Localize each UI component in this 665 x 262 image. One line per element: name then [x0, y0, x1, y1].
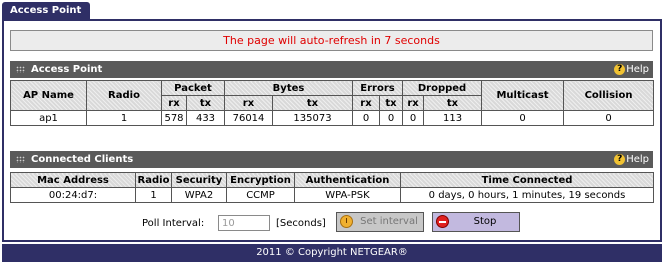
col-mac-address: Mac Address [10, 172, 136, 188]
col-packet-rx: rx [161, 95, 187, 111]
connected-clients-table: Mac Address Radio Security Encryption Au… [10, 172, 654, 203]
cell-dropped-rx: 0 [402, 110, 425, 126]
col-radio: Radio [86, 80, 162, 111]
stop-label: Stop [473, 216, 497, 227]
footer-copyright: 2011 © Copyright NETGEAR® [2, 244, 662, 262]
tab-access-point[interactable]: Access Point [2, 2, 90, 19]
col-bytes-tx: tx [272, 95, 353, 111]
col-bytes: Bytes [224, 80, 353, 96]
cell-errors-rx: 0 [352, 110, 380, 126]
table-row: ap1 1 578 433 76014 135073 0 0 0 113 0 0 [10, 110, 655, 126]
poll-interval-input[interactable]: 10 [218, 215, 270, 231]
col-dropped-tx: tx [423, 95, 483, 111]
set-interval-button[interactable]: Set interval [336, 212, 424, 232]
cell-packet-rx: 578 [161, 110, 187, 126]
cell-time-connected: 0 days, 0 hours, 1 minutes, 19 seconds [400, 187, 654, 203]
help-label: Help [626, 154, 649, 165]
cell-packet-tx: 433 [186, 110, 225, 126]
cell-bytes-rx: 76014 [224, 110, 273, 126]
col-dropped-rx: rx [402, 95, 425, 111]
cell-collision: 0 [563, 110, 655, 126]
col-security: Security [171, 172, 227, 188]
col-ap-name: AP Name [10, 80, 87, 111]
poll-interval-unit: [Seconds] [276, 218, 326, 229]
col-bytes-rx: rx [224, 95, 273, 111]
cell-bytes-tx: 135073 [272, 110, 353, 126]
cell-multicast: 0 [481, 110, 565, 126]
cell-security: WPA2 [171, 187, 227, 203]
section-header-access-point: Access Point ? Help [10, 61, 653, 78]
col-packet: Packet [161, 80, 225, 96]
col-authentication: Authentication [294, 172, 401, 188]
stop-icon [436, 215, 449, 228]
cell-authentication: WPA-PSK [294, 187, 401, 203]
section-title: Connected Clients [31, 154, 134, 165]
col-radio: Radio [135, 172, 172, 188]
col-multicast: Multicast [481, 80, 565, 111]
cell-encryption: CCMP [226, 187, 295, 203]
col-packet-tx: tx [186, 95, 225, 111]
help-link[interactable]: ? Help [614, 151, 649, 168]
content-frame [2, 19, 662, 242]
col-time-connected: Time Connected [400, 172, 654, 188]
col-collision: Collision [563, 80, 655, 111]
col-errors: Errors [351, 80, 404, 96]
section-header-connected-clients: Connected Clients ? Help [10, 151, 653, 168]
col-encryption: Encryption [226, 172, 295, 188]
help-icon: ? [614, 153, 626, 165]
table-header-row: AP Name Radio Packet Bytes Errors Droppe… [10, 80, 655, 111]
col-errors-rx: rx [352, 95, 380, 111]
help-link[interactable]: ? Help [614, 61, 649, 78]
set-interval-label: Set interval [360, 216, 418, 227]
poll-interval-label: Poll Interval: [142, 218, 205, 229]
auto-refresh-message: The page will auto-refresh in 7 seconds [10, 30, 653, 51]
cell-dropped-tx: 113 [423, 110, 483, 126]
help-icon: ? [614, 63, 626, 75]
clock-icon [340, 215, 353, 228]
help-label: Help [626, 64, 649, 75]
access-point-table: AP Name Radio Packet Bytes Errors Droppe… [10, 80, 655, 126]
grip-icon [16, 155, 25, 163]
cell-ap-name: ap1 [10, 110, 87, 126]
col-errors-tx: tx [378, 95, 404, 111]
cell-radio: 1 [135, 187, 172, 203]
section-title: Access Point [31, 64, 103, 75]
col-dropped: Dropped [402, 80, 483, 96]
stop-button[interactable]: Stop [432, 212, 520, 232]
table-header-row: Mac Address Radio Security Encryption Au… [10, 172, 654, 188]
cell-mac-address: 00:24:d7: [10, 187, 136, 203]
cell-errors-tx: 0 [378, 110, 404, 126]
table-row: 00:24:d7: 1 WPA2 CCMP WPA-PSK 0 days, 0 … [10, 187, 654, 203]
cell-radio: 1 [86, 110, 162, 126]
grip-icon [16, 65, 25, 73]
